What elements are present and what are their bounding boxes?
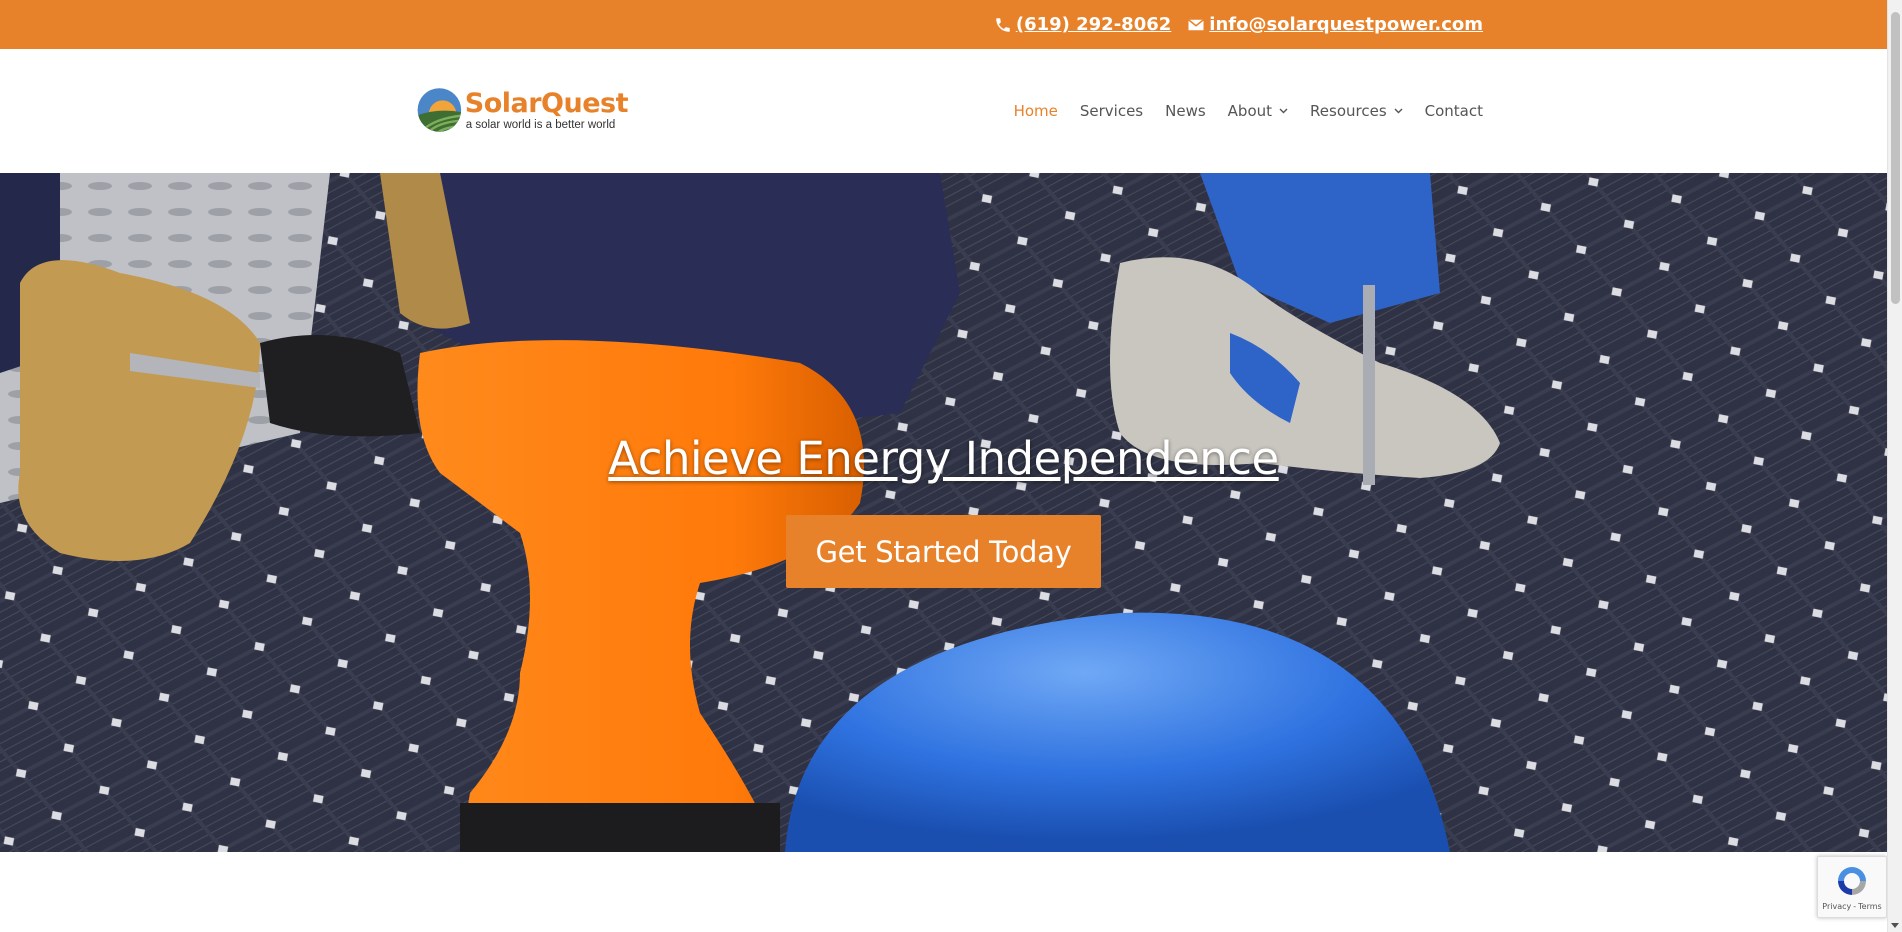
nav-item-label: Home (1013, 102, 1058, 120)
nav-item-label: Services (1079, 102, 1144, 120)
nav-item-label: News (1165, 102, 1206, 120)
recaptcha-terms-link[interactable]: Terms (1858, 902, 1882, 911)
chevron-down-icon (1279, 108, 1288, 114)
nav-item-news[interactable]: News (1165, 102, 1206, 120)
nav-item-about[interactable]: About (1228, 102, 1288, 120)
get-started-button[interactable]: Get Started Today (786, 515, 1101, 588)
nav-item-resources[interactable]: Resources (1310, 102, 1403, 120)
nav-item-services[interactable]: Services (1080, 102, 1143, 120)
phone-link[interactable]: (619) 292-8062 (994, 14, 1171, 35)
nav-item-label: Contact (1424, 102, 1483, 120)
nav-item-label: Resources (1310, 102, 1387, 120)
logo-tagline: a solar world is a better world (465, 119, 616, 131)
nav-item-contact[interactable]: Contact (1425, 102, 1483, 120)
logo-brand: SolarQuest (464, 88, 629, 119)
phone-number: (619) 292-8062 (1015, 14, 1172, 35)
logo-text: SolarQuest a solar world is a better wor… (464, 88, 629, 132)
nav-item-label: About (1227, 102, 1273, 120)
phone-icon (996, 17, 1010, 32)
recaptcha-links: Privacy - Terms (1822, 902, 1881, 911)
hero-background-image (0, 173, 1887, 852)
hero-section: Achieve Energy Independence Get Started … (0, 173, 1887, 852)
scrollbar-thumb[interactable] (1891, 12, 1900, 304)
nav-item-home[interactable]: Home (1014, 102, 1058, 120)
recaptcha-separator: - (1853, 902, 1857, 911)
recaptcha-privacy-link[interactable]: Privacy (1822, 902, 1851, 911)
scroll-down-arrow-icon[interactable] (1891, 923, 1899, 928)
solarquest-logo-mark (417, 88, 462, 132)
site-logo[interactable]: SolarQuest a solar world is a better wor… (416, 81, 629, 139)
email-link[interactable]: info@solarquestpower.com (1187, 14, 1483, 35)
recaptcha-badge[interactable]: Privacy - Terms (1817, 856, 1887, 918)
main-nav: Home Services News About Resources Conta… (1014, 49, 1483, 173)
top-contact-bar: (619) 292-8062 info@solarquestpower.com (0, 0, 1887, 49)
contact-links: (619) 292-8062 info@solarquestpower.com (994, 0, 1483, 49)
site-header: SolarQuest a solar world is a better wor… (0, 49, 1887, 173)
chevron-down-icon (1394, 108, 1403, 114)
page-scrollbar[interactable] (1887, 0, 1902, 932)
envelope-icon (1188, 18, 1205, 30)
email-address: info@solarquestpower.com (1209, 14, 1483, 35)
hero-title[interactable]: Achieve Energy Independence (0, 432, 1887, 485)
recaptcha-icon (1838, 867, 1866, 895)
